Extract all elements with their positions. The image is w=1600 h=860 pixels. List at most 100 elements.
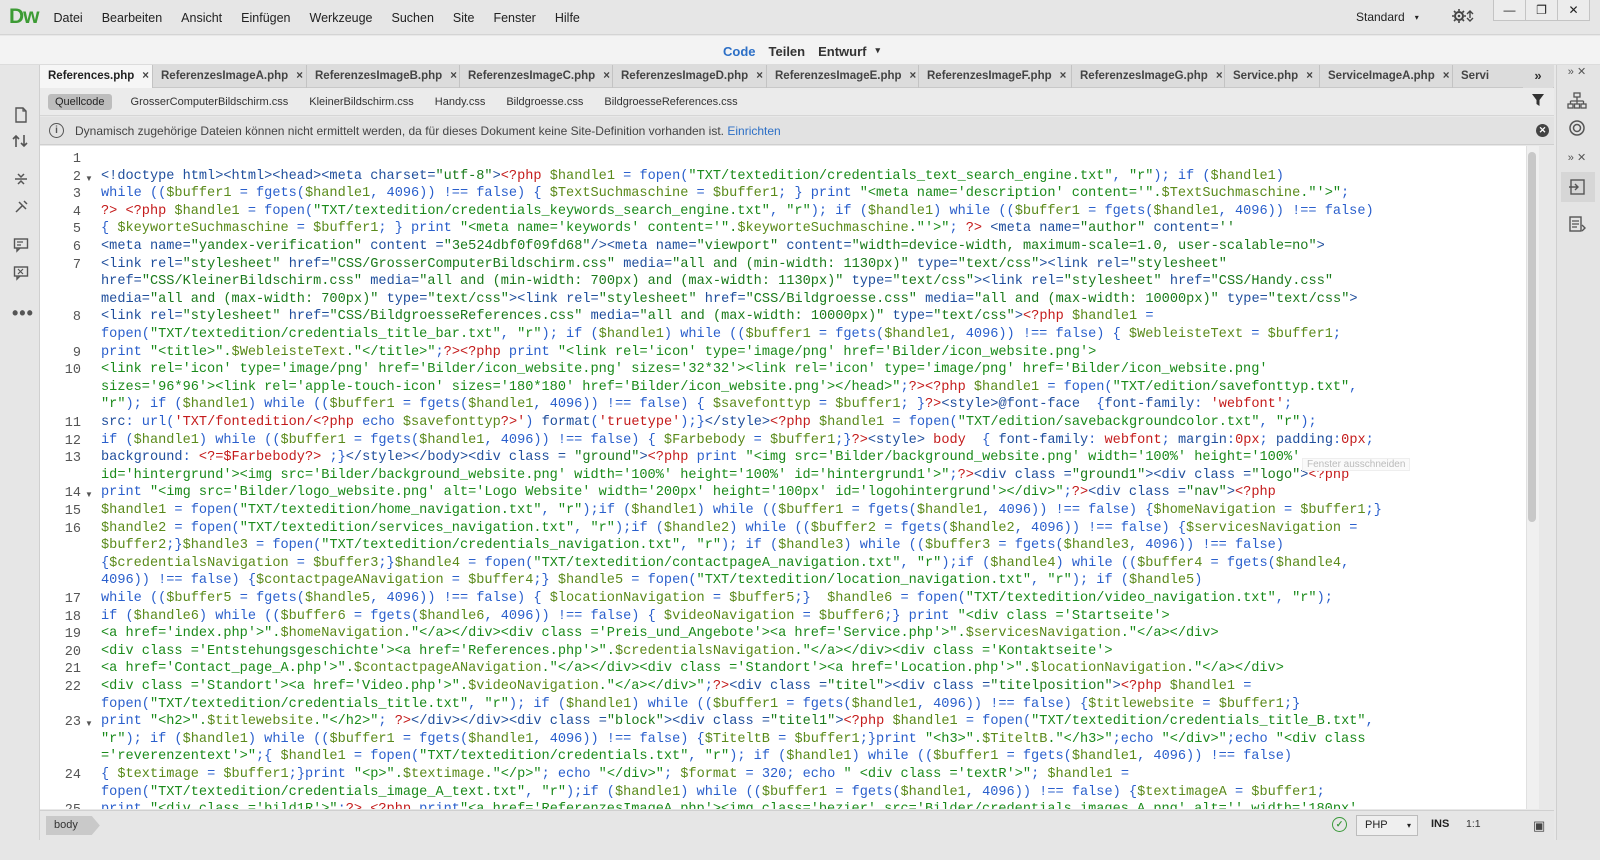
code-line[interactable]: <link rel="stylesheet" href="CSS/Grosser… [101,256,1227,274]
close-icon[interactable]: × [1443,65,1450,88]
related-file[interactable]: GrosserComputerBildschirm.css [131,94,289,110]
code-line[interactable]: src: url('TXT/fontedition/<?php echo $sa… [101,414,1317,432]
code-line[interactable]: if ($handle1) while (($buffer1 = fgets($… [101,432,1374,450]
menu-einfuegen[interactable]: Einfügen [232,11,300,25]
code-line[interactable]: print "<div class ='bild1R'>";?> <?php p… [101,801,1357,809]
tab-referenzesimageg[interactable]: ReferenzesImageG.php × [1072,65,1225,88]
code-line[interactable]: fopen("TXT/textedition/credentials_title… [101,696,1300,714]
tab-references[interactable]: References.php × [40,65,153,88]
code-line[interactable]: "r"); if ($handle1) while (($buffer1 = f… [101,731,1366,749]
code-line[interactable]: while (($buffer1 = fgets($handle1, 4096)… [101,185,1349,203]
close-icon[interactable]: × [1060,65,1067,88]
creative-cloud-libraries-icon[interactable] [1565,119,1589,141]
linting-ok-icon[interactable]: ✓ [1332,817,1347,832]
collapse-code-icon[interactable] [12,171,30,191]
tag-selector-body[interactable]: body [46,816,100,835]
code-view-button[interactable]: Code [723,44,756,59]
code-line[interactable]: background: <?=$Farbebody?> ;}</style></… [101,449,1300,467]
panel-controls-2[interactable]: » ✕ [1565,151,1589,164]
dom-panel-icon[interactable] [1565,92,1589,114]
code-line[interactable]: { $textimage = $buffer1;}print "<p>".$te… [101,766,1129,784]
code-line[interactable]: <link rel="stylesheet" href="CSS/Bildgro… [101,308,1154,326]
tab-service[interactable]: Service.php × [1225,65,1320,88]
code-line[interactable]: fopen("TXT/textedition/credentials_image… [101,784,1325,802]
more-tabs-button[interactable]: » [1523,65,1553,88]
close-info-icon[interactable]: ✕ [1536,124,1549,137]
code-line[interactable]: href="CSS/KleinerBildschirm.css" media="… [101,273,1333,291]
menu-fenster[interactable]: Fenster [484,11,545,25]
scrollbar-thumb[interactable] [1528,152,1536,522]
code-line[interactable]: <div class ='Entstehungsgeschichte'><a h… [101,643,1113,661]
more-tools-icon[interactable]: ••• [12,303,33,324]
wrap-tag-icon[interactable] [12,199,30,219]
code-line[interactable]: print "<img src='Bilder/logo_website.png… [101,484,1276,502]
code-editor[interactable]: 1 2 ▼ 3 4 5 6 7 8 9 10 11 12 13 14 ▼ 15 16 17 18 19 20 21 22 23 ▼… [40,146,1526,809]
tab-referenzesimagec[interactable]: ReferenzesImageC.php × [460,65,613,88]
code-line[interactable]: "r"); if ($handle1) while (($buffer1 = f… [101,396,1292,414]
menu-werkzeuge[interactable]: Werkzeuge [300,11,382,25]
panel-controls[interactable]: » ✕ [1565,65,1589,78]
code-line[interactable]: while (($buffer5 = fgets($handle5, 4096)… [101,590,1333,608]
tab-service-truncated[interactable]: Servi [1453,65,1498,88]
menu-suchen[interactable]: Suchen [382,11,443,25]
file-management-icon[interactable] [12,133,30,153]
close-icon[interactable]: × [450,65,457,88]
tab-referenzesimageb[interactable]: ReferenzesImageB.php × [307,65,460,88]
menu-site[interactable]: Site [443,11,484,25]
code-line[interactable]: if ($handle6) while (($buffer6 = fgets($… [101,608,1170,626]
menu-bearbeiten[interactable]: Bearbeiten [92,11,171,25]
code-line[interactable]: <a href='index.php'>".$homeNavigation."<… [101,625,1219,643]
tab-serviceimagea[interactable]: ServiceImageA.php × [1320,65,1453,88]
minimize-button[interactable]: — [1493,0,1526,21]
code-line[interactable]: fopen("TXT/textedition/credentials_title… [101,326,1341,344]
code-line[interactable]: <link rel='icon' type='image/png' href='… [101,361,1268,379]
code-line[interactable]: $handle1 = fopen("TXT/textedition/home_n… [101,502,1382,520]
code-line[interactable]: sizes='96*96'><link rel='apple-touch-ico… [101,379,1357,397]
split-view-button[interactable]: Teilen [769,44,806,59]
code-line[interactable]: {$credentialsNavigation = $buffer3;}$han… [101,555,1349,573]
fold-toggle-icon[interactable]: ▼ [85,719,93,728]
close-icon[interactable]: × [1216,65,1223,88]
design-view-button[interactable]: Entwurf [818,44,866,59]
code-line[interactable]: $buffer2;}$handle3 = fopen("TXT/textedit… [101,537,1284,555]
close-icon[interactable]: × [603,65,610,88]
fold-toggle-icon[interactable]: ▼ [85,174,93,183]
open-documents-icon[interactable] [12,107,30,127]
code-line[interactable]: $handle2 = fopen("TXT/textedition/servic… [101,520,1357,538]
menu-datei[interactable]: Datei [44,11,92,25]
tab-referenzesimagee[interactable]: ReferenzesImageE.php × [767,65,919,88]
snippets-panel-icon[interactable] [1565,215,1589,237]
code-line[interactable]: ?> <?php $handle1 = fopen("TXT/textediti… [101,203,1374,221]
related-file[interactable]: Bildgroesse.css [506,94,583,110]
menu-hilfe[interactable]: Hilfe [545,11,589,25]
close-icon[interactable]: × [756,65,763,88]
code-line[interactable]: <meta name="yandex-verification" content… [101,238,1325,256]
sync-settings-icon[interactable] [1452,8,1474,28]
close-window-button[interactable]: ✕ [1557,0,1590,21]
close-icon[interactable]: × [910,65,917,88]
related-file[interactable]: BildgroesseReferences.css [604,94,737,110]
code-line[interactable]: print "<h2>".$titlewebsite."</h2>"; ?></… [101,713,1374,731]
apply-comment-icon[interactable] [12,237,30,257]
chevron-down-icon[interactable]: ▾ [876,45,881,60]
code-line[interactable]: media="all and (max-width: 700px)" type=… [101,291,1358,309]
remove-comment-icon[interactable] [12,265,30,285]
code-line[interactable]: <!doctype html><html><head><meta charset… [101,168,1284,186]
fold-toggle-icon[interactable]: ▼ [85,490,93,499]
code-line[interactable]: print "<title>".$WebleisteText."</title>… [101,344,1096,362]
code-line[interactable]: id='hintergrund'><img src='Bilder/backgr… [101,467,1349,485]
menu-ansicht[interactable]: Ansicht [172,11,232,25]
close-icon[interactable]: × [296,65,303,88]
filter-icon[interactable] [1531,93,1545,110]
restore-button[interactable]: ❐ [1525,0,1558,21]
document-type-select[interactable]: PHP ▾ [1356,815,1418,836]
code-line[interactable]: <div class ='Standort'><a href='Video.ph… [101,678,1251,696]
live-preview-icon[interactable]: ▣ [1533,818,1545,834]
tab-referenzesimaged[interactable]: ReferenzesImageD.php × [613,65,767,88]
tab-referenzesimagef[interactable]: ReferenzesImageF.php × [919,65,1072,88]
workspace-switcher[interactable]: Standard ▾ [1356,10,1419,24]
related-file[interactable]: KleinerBildschirm.css [309,94,414,110]
code-line[interactable]: ='reverenzentext'>";{ $handle1 = fopen("… [101,748,1292,766]
insert-panel-icon[interactable] [1561,172,1595,202]
code-line[interactable]: { $keyworteSuchmaschine = $buffer1; } pr… [101,220,1235,238]
